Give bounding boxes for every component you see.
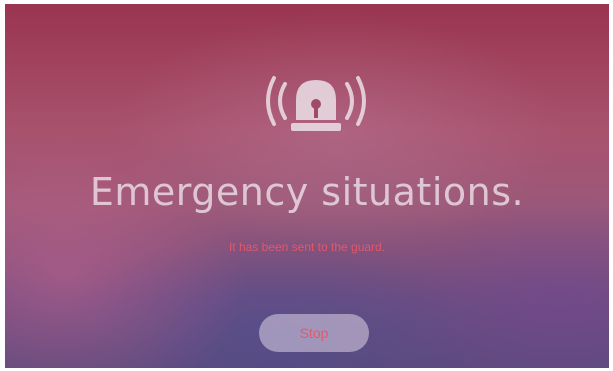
alarm-siren-icon <box>266 76 366 131</box>
status-message: It has been sent to the guard. <box>228 240 386 254</box>
emergency-screen: Emergency situations. It has been sent t… <box>5 4 609 368</box>
stop-button[interactable]: Stop <box>259 314 369 352</box>
page-title: Emergency situations. <box>89 170 525 214</box>
